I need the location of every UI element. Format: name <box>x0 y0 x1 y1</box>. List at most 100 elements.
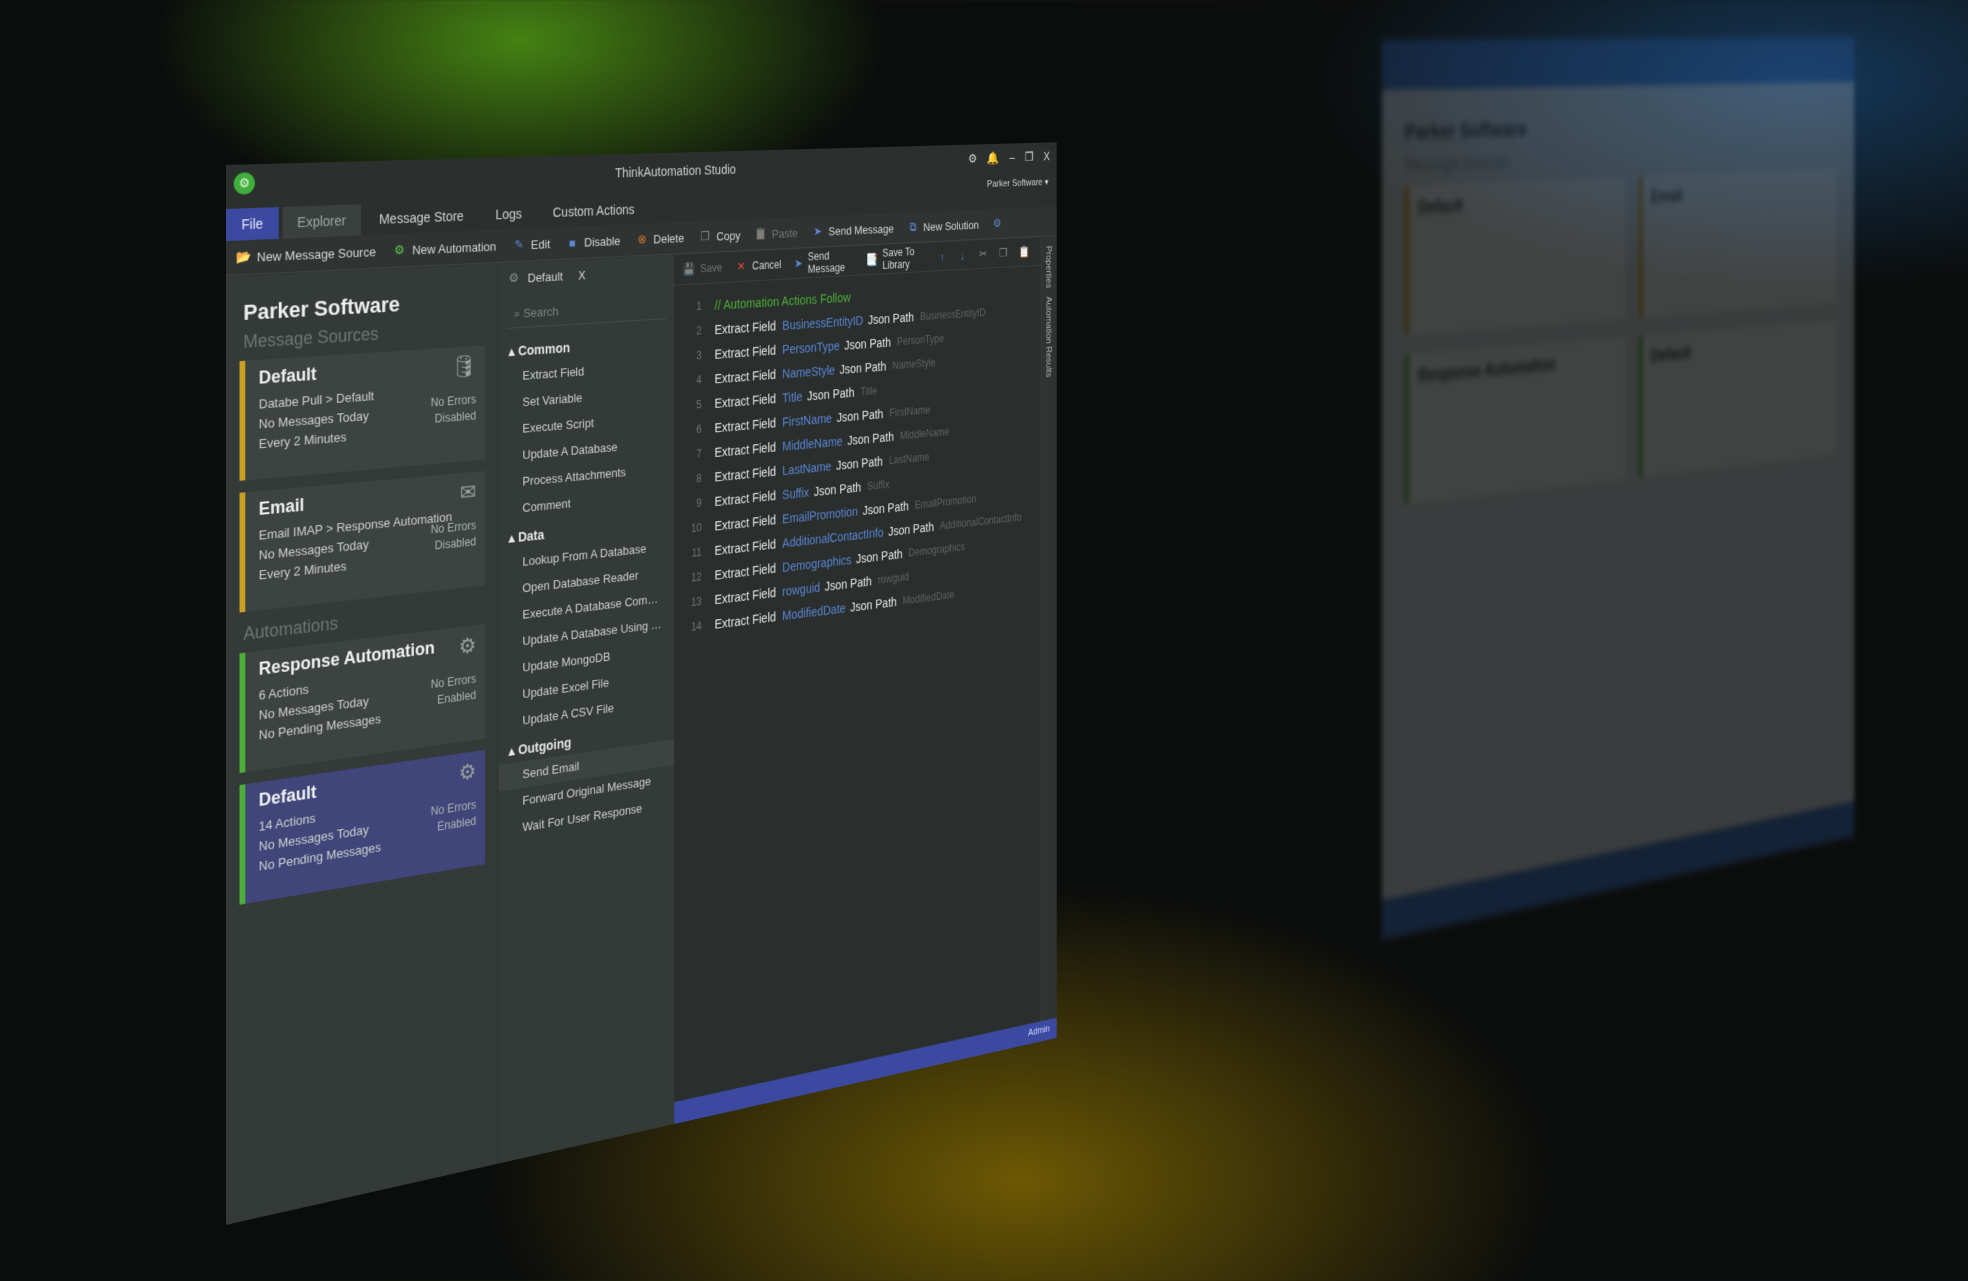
account-selector[interactable]: Parker Software ▾ <box>987 176 1049 189</box>
source-card[interactable]: ✉ Email Email IMAP > Response Automation… <box>240 471 485 612</box>
tab-message-store[interactable]: Message Store <box>364 200 477 235</box>
json-path-value: NameStyle <box>892 356 935 371</box>
line-number: 9 <box>674 495 714 512</box>
gears-icon: ⚙ <box>507 270 521 286</box>
copy-button[interactable]: ❐Copy <box>699 228 741 244</box>
new-message-source-button[interactable]: 📂New Message Source <box>236 244 376 266</box>
document-tab-label: Default <box>528 269 563 285</box>
send-icon: ➤ <box>812 224 824 239</box>
json-path-value: BusinessEntityID <box>920 306 986 322</box>
ghost-status-bar <box>1382 801 1854 940</box>
line-number: 8 <box>674 470 714 487</box>
ghost-card: Default <box>1405 177 1626 335</box>
json-path-label: Json Path <box>868 310 914 327</box>
action-keyword: Extract Field <box>715 464 776 484</box>
field-name: EmailPromotion <box>782 504 858 526</box>
search-placeholder: Search <box>523 304 558 320</box>
action-search[interactable]: ⌕ Search <box>507 292 666 328</box>
settings-icon[interactable]: ⚙ <box>968 151 977 166</box>
settings-gear-icon[interactable]: ⚙ <box>992 216 1003 230</box>
close-button[interactable]: X <box>1043 149 1049 164</box>
maximize-button[interactable]: ❐ <box>1025 150 1034 165</box>
pencil-icon: ✎ <box>512 237 526 253</box>
json-path-label: Json Path <box>862 498 908 517</box>
main-window: ⚙ ThinkAutomation Studio ⚙ 🔔 – ❐ X Parke… <box>226 142 1057 1225</box>
action-keyword: Extract Field <box>715 585 776 607</box>
copy-icon[interactable]: ❐ <box>999 246 1008 260</box>
delete-button[interactable]: ⊗Delete <box>635 230 684 247</box>
line-number: 5 <box>674 397 714 413</box>
json-path-label: Json Path <box>888 519 934 538</box>
cancel-button[interactable]: ✕Cancel <box>735 257 782 274</box>
field-name: Demographics <box>782 552 851 574</box>
source-card[interactable]: 🛢 Default Databe Pull > Default No Messa… <box>240 345 485 480</box>
field-name: LastName <box>782 458 831 477</box>
minimize-button[interactable]: – <box>1009 150 1015 165</box>
send-icon: ➤ <box>794 256 803 271</box>
ghost-card: Email <box>1639 169 1836 318</box>
json-path-value: Suffix <box>867 478 889 493</box>
cut-icon[interactable]: ✂ <box>979 247 988 261</box>
line-number: 7 <box>674 446 714 462</box>
tab-logs[interactable]: Logs <box>481 198 535 230</box>
actions-panel: ⚙ Default X ⌕ Search ▴ CommonExtract Fie… <box>497 255 674 1164</box>
send-message-button[interactable]: ➤Send Message <box>812 221 894 239</box>
automation-card[interactable]: ⚙ Response Automation 6 Actions No Messa… <box>240 624 485 773</box>
copy-icon: ❐ <box>699 229 712 244</box>
ghost-ribbon <box>1382 38 1854 90</box>
json-path-label: Json Path <box>807 385 854 403</box>
json-path-label: Json Path <box>840 359 887 377</box>
automation-results-tab[interactable]: Automation Results <box>1044 296 1052 377</box>
action-groups: ▴ CommonExtract FieldSet VariableExecute… <box>498 326 674 845</box>
line-number: 4 <box>674 372 714 388</box>
new-automation-button[interactable]: ⚙New Automation <box>392 238 496 258</box>
card-status: No ErrorsDisabled <box>431 392 477 428</box>
tab-file[interactable]: File <box>226 207 278 241</box>
field-name: PersonType <box>782 338 839 356</box>
paste-icon[interactable]: 📋 <box>1019 245 1030 259</box>
paste-button[interactable]: 📋Paste <box>755 225 798 241</box>
close-tab-button[interactable]: X <box>578 268 585 282</box>
library-icon: 📑 <box>866 253 878 268</box>
tab-custom-actions[interactable]: Custom Actions <box>539 194 648 228</box>
properties-tab[interactable]: Properties <box>1044 246 1052 289</box>
save-to-library-button[interactable]: 📑Save To Library <box>866 245 926 273</box>
action-keyword: Extract Field <box>715 512 776 533</box>
code-area[interactable]: 1// Automation Actions Follow2Extract Fi… <box>674 265 1057 641</box>
editor-send-message-button[interactable]: ➤Send Message <box>794 248 854 276</box>
action-keyword: Extract Field <box>715 561 776 582</box>
paste-icon: 📋 <box>755 227 768 242</box>
json-path-value: PersonType <box>897 332 944 347</box>
json-path-label: Json Path <box>847 429 894 447</box>
edit-button[interactable]: ✎Edit <box>512 236 550 253</box>
json-path-value: ModifiedDate <box>903 588 955 607</box>
line-number: 13 <box>674 593 714 611</box>
disable-button[interactable]: ■Disable <box>566 233 621 250</box>
json-path-value: FirstName <box>889 403 930 419</box>
content-area: Parker Software Message Sources 🛢 Defaul… <box>226 237 1057 1225</box>
action-keyword: Extract Field <box>715 318 776 336</box>
window-controls: ⚙ 🔔 – ❐ X <box>968 149 1050 166</box>
json-path-value: rowguid <box>878 570 909 586</box>
move-up-icon[interactable]: ↑ <box>938 249 947 263</box>
gears-icon: ⚙ <box>459 759 476 786</box>
action-keyword: Extract Field <box>715 415 776 435</box>
automation-card-selected[interactable]: ⚙ Default 14 Actions No Messages Today N… <box>240 750 485 905</box>
explorer-sidebar: Parker Software Message Sources 🛢 Defaul… <box>226 264 497 1225</box>
action-keyword: Extract Field <box>715 391 776 410</box>
tab-explorer[interactable]: Explorer <box>282 204 361 238</box>
code-comment: // Automation Actions Follow <box>715 290 851 312</box>
delete-icon: ⊗ <box>635 232 648 247</box>
gears-icon: ⚙ <box>459 633 476 660</box>
move-down-icon[interactable]: ↓ <box>958 248 967 262</box>
save-button[interactable]: 💾Save <box>682 260 722 277</box>
field-name: NameStyle <box>782 362 835 380</box>
notification-icon[interactable]: 🔔 <box>987 151 999 166</box>
status-bar: Admin <box>674 1018 1057 1124</box>
json-path-label: Json Path <box>825 573 872 593</box>
action-keyword: Extract Field <box>715 536 776 557</box>
new-solution-button[interactable]: ⧉New Solution <box>907 217 979 234</box>
field-name: Suffix <box>782 485 809 502</box>
solution-icon: ⧉ <box>907 220 919 234</box>
database-icon: 🛢 <box>452 354 477 381</box>
